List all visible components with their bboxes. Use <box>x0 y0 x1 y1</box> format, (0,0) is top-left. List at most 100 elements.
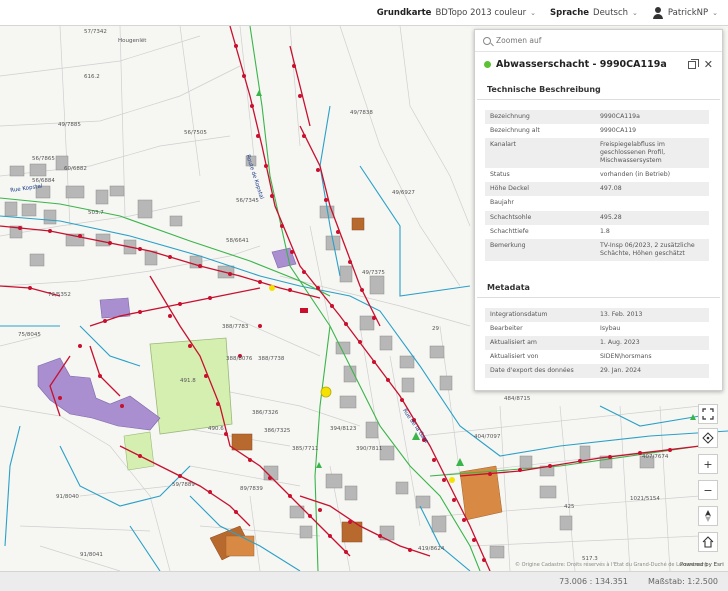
parcel-label: 388/7738 <box>258 356 285 362</box>
row-value: 497.08 <box>595 182 709 197</box>
parcel-label: 91/8041 <box>80 552 103 558</box>
row-value: SIDEN\horsmans <box>595 349 709 364</box>
parcel-label: 394/8123 <box>330 426 357 432</box>
parcel-label: 49/7838 <box>350 110 373 116</box>
table-row: Bemerkung TV-Insp 06/2023, 2 zusätzliche … <box>485 238 709 261</box>
parcel-label: 56/7865 <box>32 156 55 162</box>
parcel-label: 386/7325 <box>264 428 291 434</box>
metadata-table: Integrationsdatum 13. Feb. 2013 Bearbeite… <box>485 307 709 379</box>
map-attribution: © Origine Cadastre: Droits réservés à l'… <box>515 562 708 568</box>
place-label: Hougenlët <box>118 38 147 44</box>
feature-info-panel: Abwasserschacht - 9990CA119a ✕ Technisch… <box>474 29 723 391</box>
language-label: Sprache <box>550 7 590 18</box>
compass-button[interactable] <box>698 506 718 526</box>
user-icon <box>652 6 664 19</box>
technical-table: Bezeichnung 9990CA119a Bezeichnung alt 999… <box>485 110 709 261</box>
feature-title: Abwasserschacht - 9990CA119a <box>496 59 667 70</box>
row-value: 29. Jan. 2024 <box>595 364 709 379</box>
zoom-in-button[interactable]: + <box>698 454 718 474</box>
elevation-label: 503.7 <box>88 210 104 216</box>
language-value: Deutsch <box>593 7 629 18</box>
row-value: 495.28 <box>595 210 709 225</box>
status-dot <box>484 61 491 68</box>
parcel-label: 404/7097 <box>474 434 501 440</box>
table-row: Schachtsohle 495.28 <box>485 210 709 225</box>
row-value: Isybau <box>595 321 709 336</box>
parcel-label: 75/8045 <box>18 332 41 338</box>
row-value: Freispiegelabfluss im geschlossenen Prof… <box>595 138 709 169</box>
home-button[interactable] <box>698 532 718 552</box>
row-label: Integrationsdatum <box>485 307 595 322</box>
parcel-label: 59/7889 <box>172 482 195 488</box>
parcel-label: 56/7505 <box>184 130 207 136</box>
parcel-label: 56/7345 <box>236 198 259 204</box>
basemap-selector[interactable]: Grundkarte BDTopo 2013 couleur ⌄ <box>377 8 536 18</box>
row-value: vorhanden (in Betrieb) <box>595 168 709 183</box>
powered-by[interactable]: Powered by Esri <box>680 562 724 568</box>
parcel-label: 388/8076 <box>226 356 253 362</box>
table-row: Aktualisiert am 1. Aug. 2023 <box>485 335 709 350</box>
marker-yellow[interactable] <box>320 386 332 398</box>
locate-button[interactable] <box>698 428 718 448</box>
green-area <box>123 431 155 471</box>
search-icon <box>483 36 491 45</box>
row-label: Bezeichnung <box>485 110 595 125</box>
parcel-label: 385/7711 <box>292 446 319 452</box>
parcel-label: 407/7674 <box>642 454 669 460</box>
parcel-label: 57/7342 <box>84 29 107 35</box>
zoom-to-input[interactable] <box>496 36 696 45</box>
parcel-label: 29 <box>432 326 439 332</box>
table-row: Status vorhanden (in Betrieb) <box>485 168 709 183</box>
row-label: Höhe Deckel <box>485 182 595 197</box>
top-bar: Grundkarte BDTopo 2013 couleur ⌄ Sprache… <box>0 0 728 26</box>
row-value <box>595 196 709 211</box>
zoom-out-button[interactable]: − <box>698 480 718 500</box>
home-icon <box>702 536 714 548</box>
parcel-label: 56/6884 <box>32 178 55 184</box>
parcel-label: 419/8624 <box>418 546 445 552</box>
coordinates-readout: 73.006 : 134.351 <box>559 577 628 586</box>
row-value: 1. Aug. 2023 <box>595 335 709 350</box>
table-row: Bearbeiter Isybau <box>485 321 709 336</box>
table-row: Integrationsdatum 13. Feb. 2013 <box>485 307 709 322</box>
parcel-label: 60/6882 <box>64 166 87 172</box>
row-label: Aktualisiert von <box>485 349 595 364</box>
user-menu[interactable]: PatrickNP ⌄ <box>652 6 718 19</box>
row-label: Aktualisiert am <box>485 335 595 350</box>
row-label: Date d'export des données <box>485 364 595 379</box>
zoom-search <box>475 30 722 52</box>
parcel-label: 89/7839 <box>240 486 263 492</box>
elevation-label: 490.6 <box>208 426 224 432</box>
section-metadata: Metadata <box>477 275 720 298</box>
panel-header: Abwasserschacht - 9990CA119a ✕ <box>475 52 722 77</box>
chevron-down-icon: ⌄ <box>530 8 537 17</box>
marker-yellow[interactable] <box>449 477 455 483</box>
row-value: 9990CA119 <box>595 124 709 139</box>
elevation-label: 491.8 <box>180 378 196 384</box>
parcel-label: 72/5352 <box>48 292 71 298</box>
popout-icon[interactable] <box>687 58 699 69</box>
selected-manhole-marker[interactable] <box>300 308 308 313</box>
row-label: Kanalart <box>485 138 595 169</box>
status-bar: 73.006 : 134.351 Maßstab: 1:2.500 <box>0 571 728 591</box>
compass-icon <box>705 510 711 522</box>
parcel-label: 49/6927 <box>392 190 415 196</box>
fullscreen-button[interactable] <box>698 404 718 424</box>
marker-yellow[interactable] <box>269 285 275 291</box>
table-row: Date d'export des données 29. Jan. 2024 <box>485 364 709 379</box>
close-icon[interactable]: ✕ <box>704 59 713 70</box>
table-row: Baujahr <box>485 196 709 211</box>
parcel-label: 386/7326 <box>252 410 279 416</box>
row-label: Baujahr <box>485 196 595 211</box>
scale-readout[interactable]: Maßstab: 1:2.500 <box>648 577 718 586</box>
parcel-label: 388/7783 <box>222 324 249 330</box>
row-label: Bezeichnung alt <box>485 124 595 139</box>
parcel-label: 484/8715 <box>504 396 531 402</box>
row-label: Status <box>485 168 595 183</box>
sports-field <box>149 337 233 435</box>
language-selector[interactable]: Sprache Deutsch ⌄ <box>550 8 638 18</box>
parcel-label: 49/7885 <box>58 122 81 128</box>
parcel-label: 390/7811 <box>356 446 383 452</box>
chevron-down-icon: ⌄ <box>712 8 718 17</box>
row-value: 13. Feb. 2013 <box>595 307 709 322</box>
